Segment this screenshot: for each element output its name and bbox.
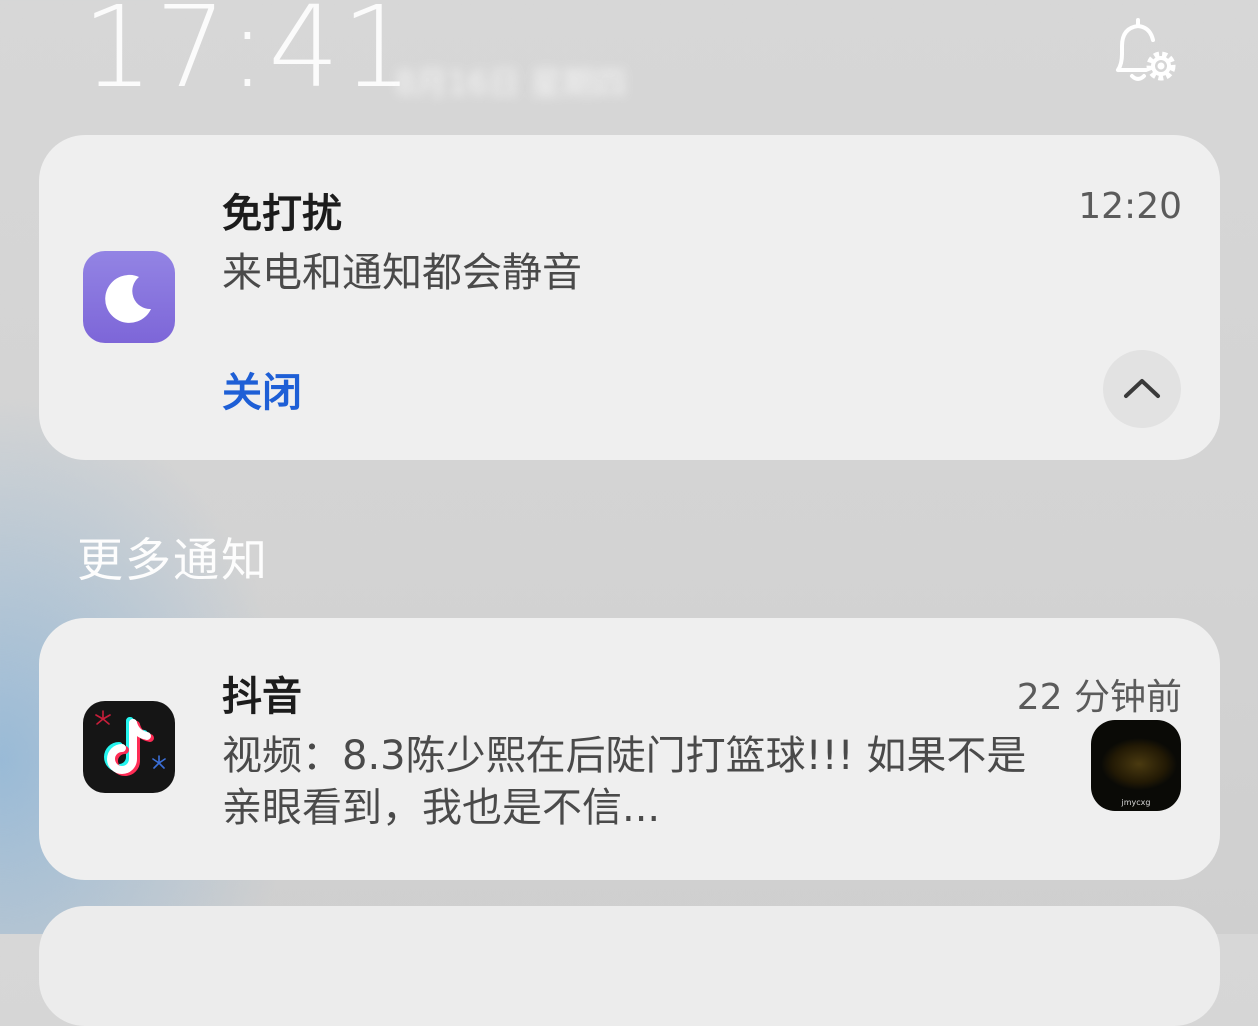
notification-message: 视频：8.3陈少熙在后陡门打篮球!!! 如果不是亲眼看到，我也是不信...: [222, 733, 1027, 831]
lockscreen-clock: 17:41: [82, 0, 415, 113]
chevron-up-icon: [1124, 379, 1160, 398]
notification-title: 免打扰: [222, 191, 342, 237]
next-notification-card[interactable]: [39, 906, 1220, 1026]
douyin-notification-card[interactable]: 抖音 22 分钟前 视频：8.3陈少熙在后陡门打篮球!!! 如果不是亲眼看到，我…: [39, 618, 1220, 880]
section-title: 更多通知: [77, 533, 269, 587]
notification-time: 12:20: [1078, 186, 1182, 227]
moon-icon: [83, 251, 175, 343]
date-text: 8月16日 星期四: [395, 64, 627, 102]
turn-off-button[interactable]: 关闭: [222, 360, 302, 418]
bell-settings-icon[interactable]: [1106, 16, 1182, 86]
thumbnail-caption: jmycxg: [1121, 798, 1151, 807]
dnd-notification-card[interactable]: 免打扰 12:20 来电和通知都会静音 关闭: [39, 135, 1220, 460]
video-thumbnail[interactable]: jmycxg: [1091, 720, 1181, 811]
notification-message: 来电和通知都会静音: [222, 250, 582, 296]
notification-title: 抖音: [222, 674, 302, 720]
notification-time: 22 分钟前: [1016, 677, 1182, 718]
tiktok-icon: [83, 701, 175, 793]
collapse-button[interactable]: [1103, 350, 1181, 428]
